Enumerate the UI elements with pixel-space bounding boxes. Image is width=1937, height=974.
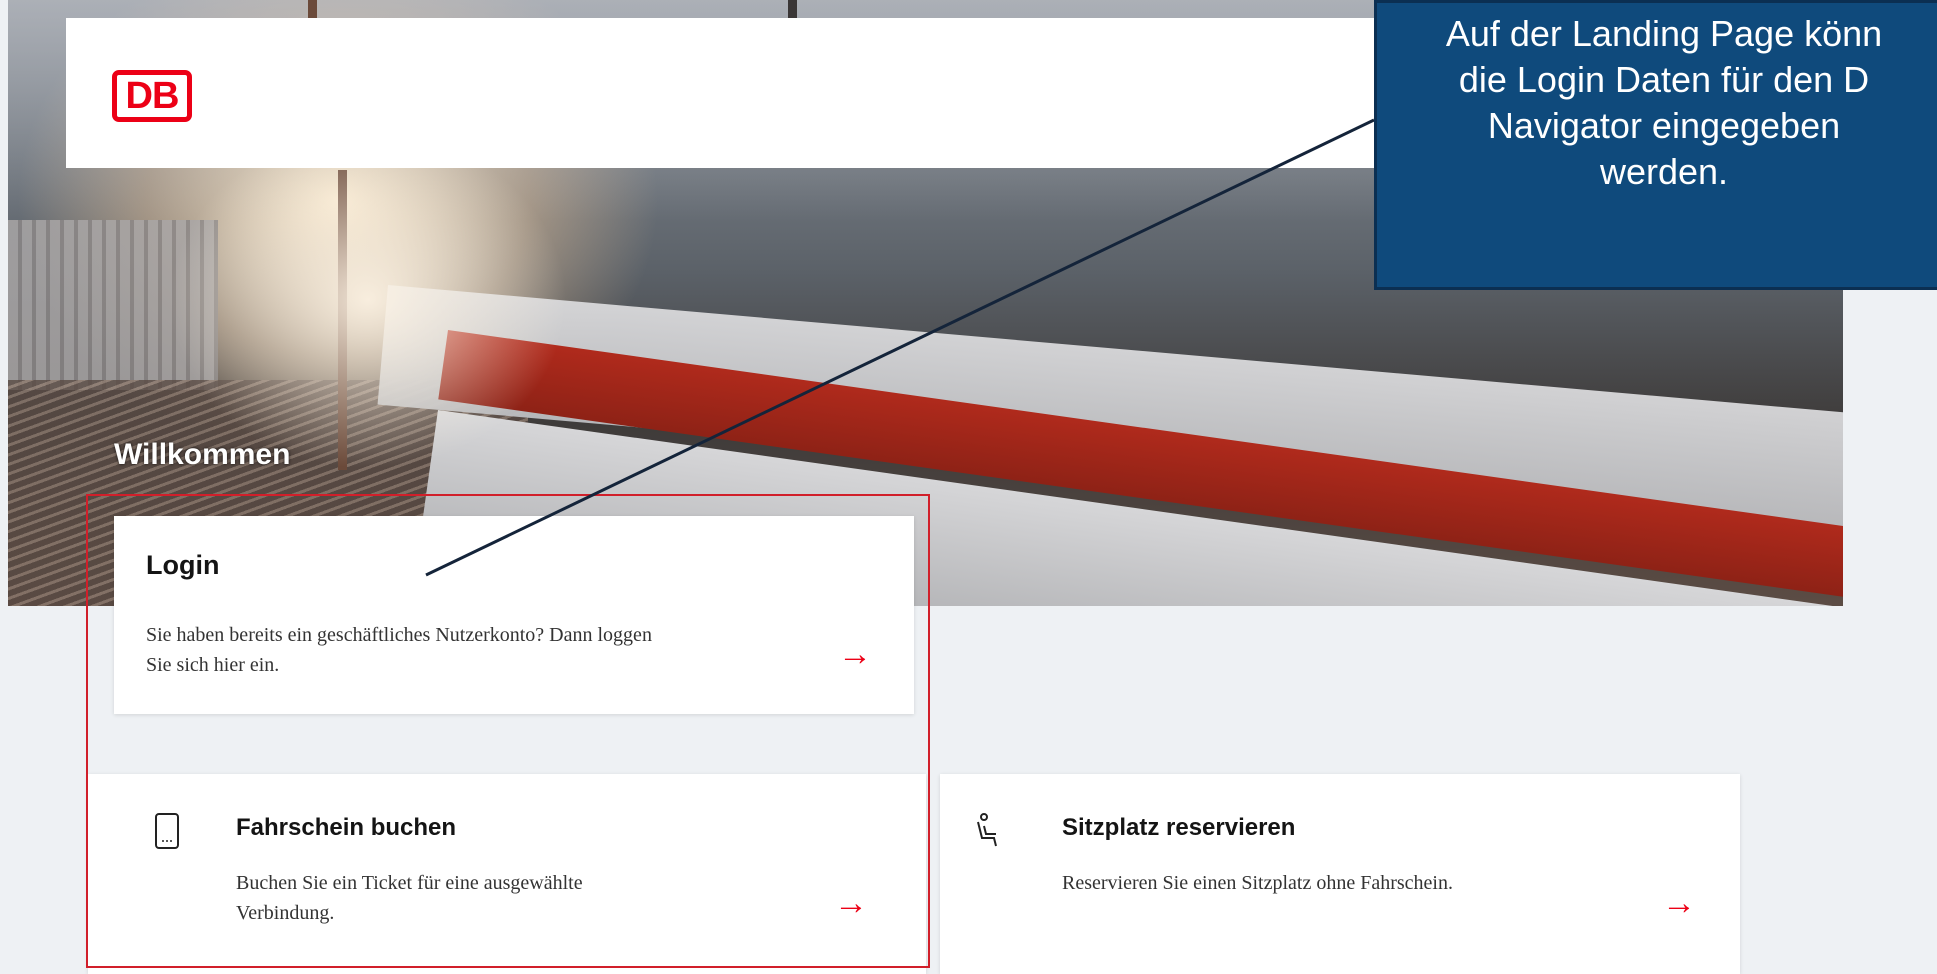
reserve-seat-card[interactable]: Sitzplatz reservieren Reservieren Sie ei… [940,774,1740,974]
callout-line-3: Navigator eingegeben [1487,105,1841,146]
login-description: Sie haben bereits ein geschäftliches Nut… [146,620,826,680]
book-ticket-description: Buchen Sie ein Ticket für eine ausgewähl… [236,868,796,928]
book-ticket-card[interactable]: Fahrschein buchen Buchen Sie ein Ticket … [88,774,926,974]
seat-icon [977,813,997,847]
book-ticket-title: Fahrschein buchen [236,814,457,841]
db-logo[interactable]: DB [112,70,192,122]
callout-line-1: Auf der Landing Page könn [1445,13,1883,54]
login-card[interactable]: Login Sie haben bereits ein geschäftlich… [114,516,914,714]
site-header: DB [66,18,1486,168]
reserve-seat-description: Reservieren Sie einen Sitzplatz ohne Fah… [1062,868,1622,898]
book-ticket-description-line-2: Verbindung. [236,902,335,924]
login-description-line-1: Sie haben bereits ein geschäftliches Nut… [146,624,652,646]
reserve-seat-description-line-1: Reservieren Sie einen Sitzplatz ohne Fah… [1062,872,1453,894]
login-title: Login [146,550,220,580]
book-ticket-arrow-icon[interactable]: → [834,886,868,920]
ticket-phone-icon [155,813,179,849]
reserve-seat-arrow-icon[interactable]: → [1662,886,1696,920]
reserve-seat-title: Sitzplatz reservieren [1062,814,1296,841]
welcome-heading: Willkommen [114,438,291,471]
book-ticket-description-line-1: Buchen Sie ein Ticket für eine ausgewähl… [236,872,583,894]
annotation-callout: Auf der Landing Page könn die Login Date… [1374,0,1937,290]
callout-line-4: werden. [1599,151,1729,192]
login-arrow-icon[interactable]: → [838,637,872,671]
callout-line-2: die Login Daten für den D [1458,59,1870,100]
login-description-line-2: Sie sich hier ein. [146,654,280,676]
hero-light-glow [168,130,568,470]
